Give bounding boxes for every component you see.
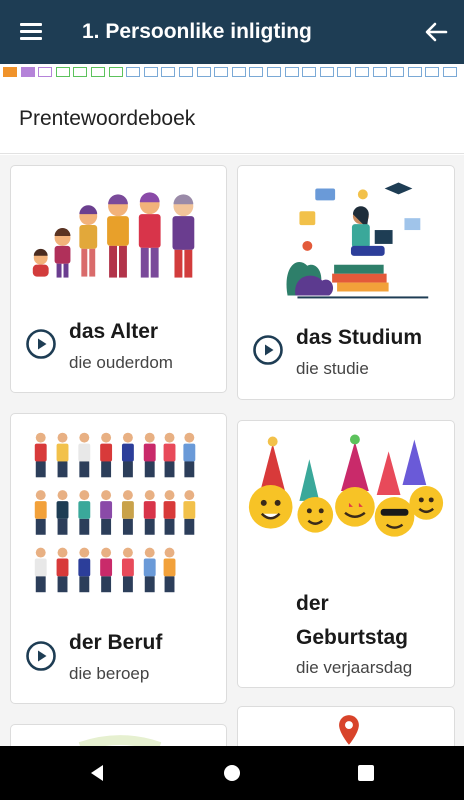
progress-segment bbox=[179, 67, 193, 77]
progress-segment bbox=[319, 67, 334, 77]
progress-segment bbox=[372, 67, 387, 77]
card-illustration bbox=[78, 735, 162, 746]
progress-segment bbox=[355, 67, 369, 77]
card-translation: die studie bbox=[296, 359, 369, 378]
progress-segment bbox=[126, 67, 141, 77]
card-word: der Geburtstag bbox=[296, 592, 409, 649]
card-grid[interactable]: das Alter die ouderdom das Studium die s… bbox=[0, 155, 464, 746]
location-pin-icon bbox=[339, 715, 359, 745]
progress-segment bbox=[249, 67, 264, 77]
progress-segment bbox=[108, 67, 123, 77]
student-laptop-illustration bbox=[286, 182, 429, 299]
progress-segment bbox=[231, 67, 246, 77]
progress-segment bbox=[390, 67, 405, 77]
card-translation: die ouderdom bbox=[69, 353, 173, 372]
word-card-geburtstag[interactable]: der Geburtstag die verjaarsdag bbox=[237, 420, 455, 688]
word-card-partial[interactable] bbox=[237, 706, 455, 746]
page-title: 1. Persoonlike inligting bbox=[82, 20, 312, 43]
word-card-partial[interactable] bbox=[10, 724, 227, 746]
card-word: das Studium bbox=[296, 326, 423, 349]
play-audio-icon[interactable] bbox=[25, 328, 57, 360]
family-ages-illustration bbox=[32, 192, 195, 278]
card-word: das Alter bbox=[69, 320, 159, 343]
progress-segment bbox=[443, 67, 457, 77]
card-word: der Beruf bbox=[69, 631, 163, 654]
play-audio-icon[interactable] bbox=[252, 334, 284, 366]
progress-segment bbox=[55, 67, 70, 77]
word-card-alter[interactable]: das Alter die ouderdom bbox=[10, 165, 227, 393]
progress-segment bbox=[407, 67, 422, 77]
word-card-beruf[interactable]: der Beruf die beroep bbox=[10, 413, 227, 704]
play-audio-icon[interactable] bbox=[25, 640, 57, 672]
progress-segment bbox=[161, 67, 176, 77]
progress-segment bbox=[267, 67, 281, 77]
word-card-studium[interactable]: das Studium die studie bbox=[237, 165, 455, 400]
nav-back-icon[interactable] bbox=[85, 761, 109, 785]
progress-segment bbox=[38, 67, 53, 77]
progress-segment bbox=[337, 67, 352, 77]
professions-illustration bbox=[34, 432, 196, 593]
arrow-left-icon[interactable] bbox=[422, 18, 450, 46]
nav-recents-icon[interactable] bbox=[354, 761, 378, 785]
progress-segment bbox=[284, 67, 299, 77]
nav-home-icon[interactable] bbox=[220, 761, 244, 785]
progress-segment bbox=[91, 67, 105, 77]
hamburger-menu-icon[interactable] bbox=[18, 20, 46, 44]
progress-segment bbox=[20, 67, 35, 77]
progress-segment bbox=[196, 67, 211, 77]
system-nav-bar bbox=[0, 746, 464, 800]
progress-segment bbox=[143, 67, 158, 77]
card-translation: die beroep bbox=[69, 664, 150, 683]
lesson-progress-bar bbox=[0, 64, 464, 80]
party-emoji-illustration bbox=[248, 434, 444, 537]
progress-segment bbox=[214, 67, 229, 77]
progress-segment bbox=[302, 67, 317, 77]
progress-segment bbox=[3, 67, 17, 77]
app-bar: 1. Persoonlike inligting bbox=[0, 0, 464, 64]
card-translation: die verjaarsdag bbox=[296, 658, 413, 677]
progress-segment bbox=[73, 67, 88, 77]
progress-segment bbox=[425, 67, 440, 77]
section-header: Prentewoordeboek bbox=[0, 80, 464, 154]
section-title: Prentewoordeboek bbox=[19, 107, 196, 130]
